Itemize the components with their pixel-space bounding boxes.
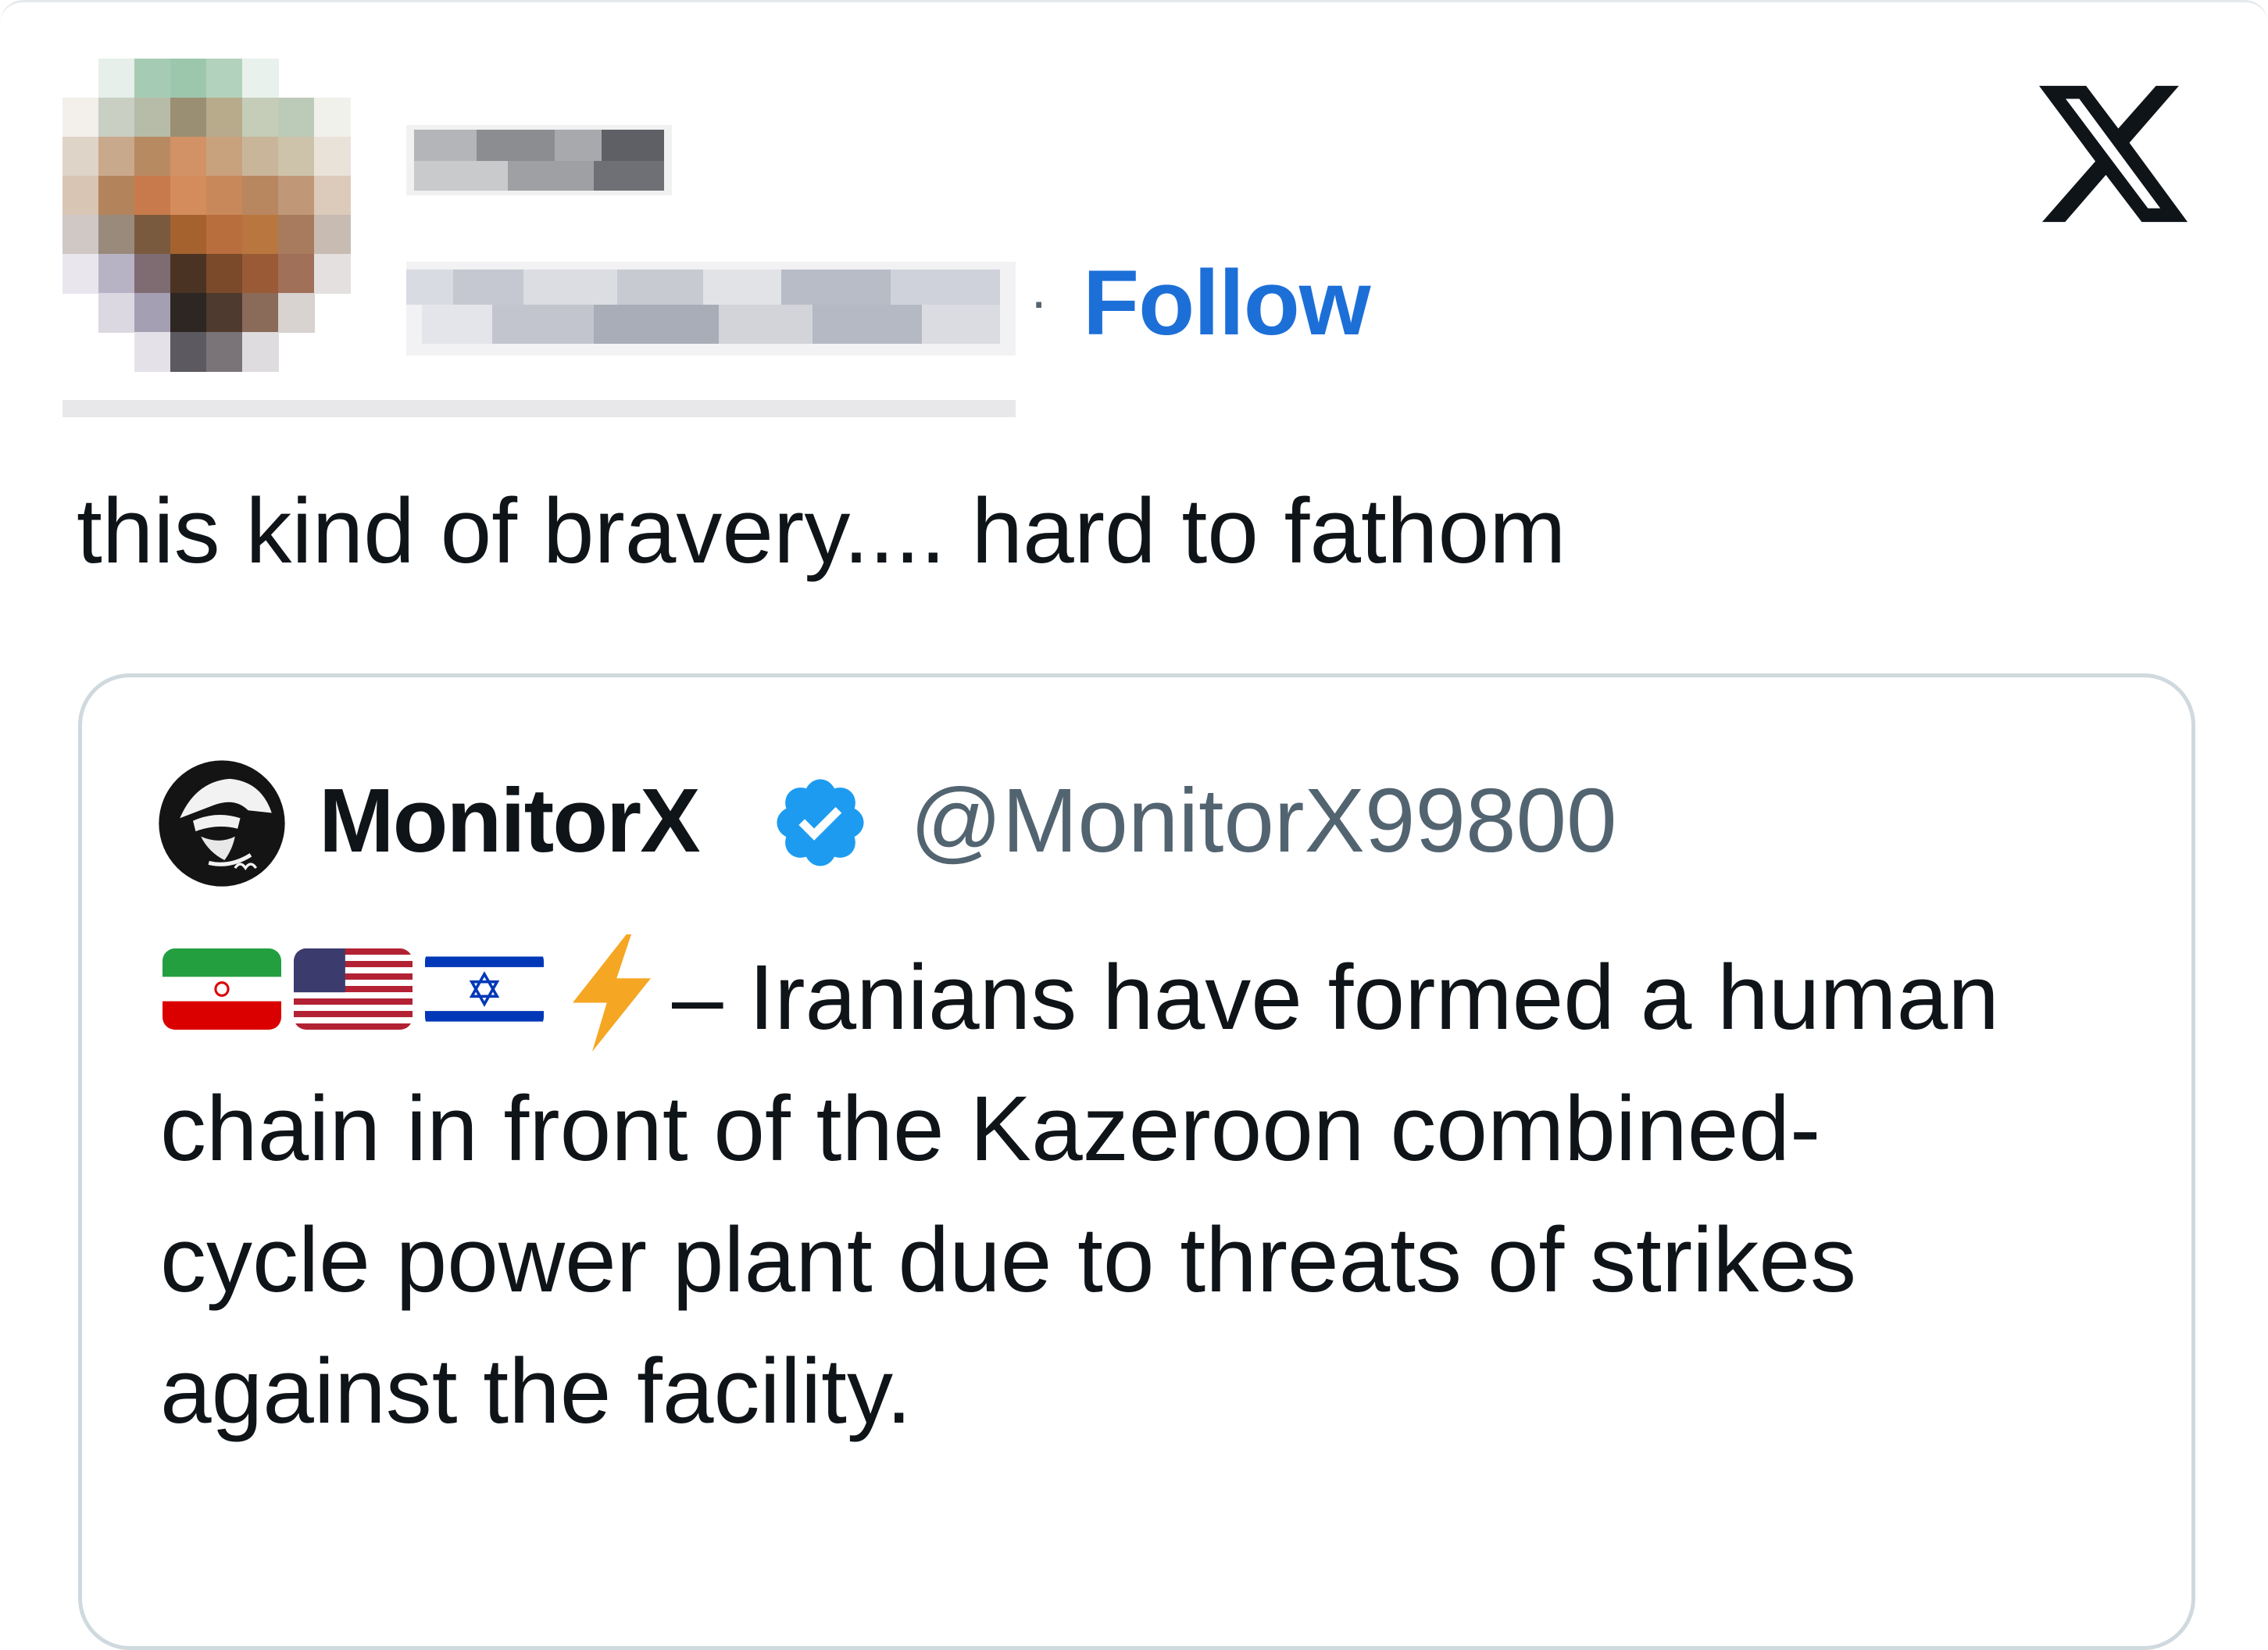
avatar-pixel xyxy=(242,137,279,177)
avatar-pixel xyxy=(170,176,207,216)
blur-pixel xyxy=(523,270,617,305)
avatar-pixel xyxy=(170,332,207,372)
blur-pixel xyxy=(406,270,453,305)
avatar-pixel xyxy=(278,137,315,177)
blur-pixel xyxy=(477,130,555,161)
avatar-pixel xyxy=(134,98,171,138)
quoted-text-line: against the facility. xyxy=(160,1340,912,1443)
avatar-pixel xyxy=(206,215,243,255)
avatar-pixel xyxy=(170,137,207,177)
avatar-pixel xyxy=(278,254,315,294)
avatar-pixel xyxy=(98,137,135,177)
blur-pixel xyxy=(555,130,602,161)
avatar-pixel xyxy=(63,176,99,216)
blur-pixel xyxy=(813,305,922,344)
avatar-pixel xyxy=(134,137,171,177)
blur-pixel xyxy=(414,130,477,161)
blur-pixel xyxy=(594,161,664,191)
quoted-text-line: cycle power plant due to threats of stri… xyxy=(160,1209,1856,1312)
avatar-pixel xyxy=(170,293,207,333)
blur-pixel xyxy=(414,161,508,191)
blur-pixel xyxy=(922,305,1000,344)
card-top-border xyxy=(0,0,2268,23)
avatar-pixel xyxy=(278,215,315,255)
quoted-text-line: chain in front of the Kazeroon combined- xyxy=(160,1077,1821,1180)
avatar-pixel xyxy=(314,254,351,294)
author-avatar-blurred[interactable] xyxy=(63,59,406,395)
blur-pixel xyxy=(594,305,719,344)
avatar-pixel xyxy=(98,254,135,294)
avatar-pixel xyxy=(206,293,243,333)
avatar-pixel xyxy=(170,254,207,294)
avatar-pixel xyxy=(170,98,207,138)
avatar-pixel xyxy=(98,98,135,138)
avatar-pixel xyxy=(63,215,99,255)
blur-pixel xyxy=(453,270,523,305)
tweet-text: this kind of bravery.... hard to fathom xyxy=(77,480,1566,583)
avatar-pixel xyxy=(206,137,243,177)
tweet-card: · Follow this kind of bravery.... hard t… xyxy=(0,0,2268,1650)
quoted-author-avatar[interactable] xyxy=(156,758,288,889)
blur-strip xyxy=(63,400,1016,417)
x-logo-icon[interactable] xyxy=(2039,84,2188,223)
avatar-pixel xyxy=(170,215,207,255)
avatar-pixel xyxy=(206,98,243,138)
verified-badge-icon xyxy=(770,772,871,873)
avatar-pixel xyxy=(134,293,171,333)
blur-pixel xyxy=(719,305,813,344)
blur-pixel xyxy=(492,305,594,344)
avatar-pixel xyxy=(242,293,279,333)
blur-pixel xyxy=(891,270,1000,305)
quoted-display-name[interactable]: MonitorX xyxy=(319,766,701,875)
blur-pixel xyxy=(422,305,492,344)
avatar-pixel xyxy=(63,98,99,138)
blur-pixel xyxy=(602,130,664,161)
avatar-pixel xyxy=(134,332,171,372)
blur-pixel xyxy=(617,270,703,305)
avatar-pixel xyxy=(314,137,351,177)
avatar-pixel xyxy=(206,176,243,216)
avatar-pixel xyxy=(98,215,135,255)
avatar-pixel xyxy=(242,332,279,372)
avatar-pixel xyxy=(314,176,351,216)
avatar-pixel xyxy=(134,254,171,294)
follow-button[interactable]: Follow xyxy=(1083,248,1371,358)
avatar-pixel xyxy=(63,254,99,294)
avatar-pixel xyxy=(278,176,315,216)
avatar-pixel xyxy=(206,59,243,98)
quoted-text-line: – Iranians have formed a human xyxy=(672,946,1999,1049)
avatar-pixel xyxy=(134,59,171,98)
separator-dot: · xyxy=(1030,270,1048,331)
avatar-pixel xyxy=(170,59,207,98)
author-name-blurred[interactable] xyxy=(406,125,672,195)
avatar-pixel xyxy=(206,332,243,372)
blur-pixel xyxy=(703,270,781,305)
avatar-pixel xyxy=(314,215,351,255)
avatar-pixel xyxy=(98,59,135,98)
avatar-pixel xyxy=(278,98,315,138)
avatar-pixel xyxy=(242,98,279,138)
avatar-pixel xyxy=(242,254,279,294)
avatar-pixel xyxy=(134,176,171,216)
avatar-pixel xyxy=(98,293,135,333)
avatar-pixel xyxy=(98,176,135,216)
quoted-tweet-text: – Iranians have formed a human chain in … xyxy=(160,932,2145,1457)
avatar-pixel xyxy=(242,59,279,98)
avatar-pixel xyxy=(314,98,351,138)
avatar-pixel xyxy=(278,293,315,333)
blur-pixel xyxy=(781,270,891,305)
avatar-pixel xyxy=(242,215,279,255)
blur-pixel xyxy=(508,161,594,191)
author-handle-blurred[interactable] xyxy=(406,262,1016,355)
avatar-pixel xyxy=(242,176,279,216)
avatar-pixel xyxy=(206,254,243,294)
quoted-handle[interactable]: @MonitorX99800 xyxy=(910,766,1617,875)
avatar-pixel xyxy=(63,137,99,177)
avatar-pixel xyxy=(134,215,171,255)
